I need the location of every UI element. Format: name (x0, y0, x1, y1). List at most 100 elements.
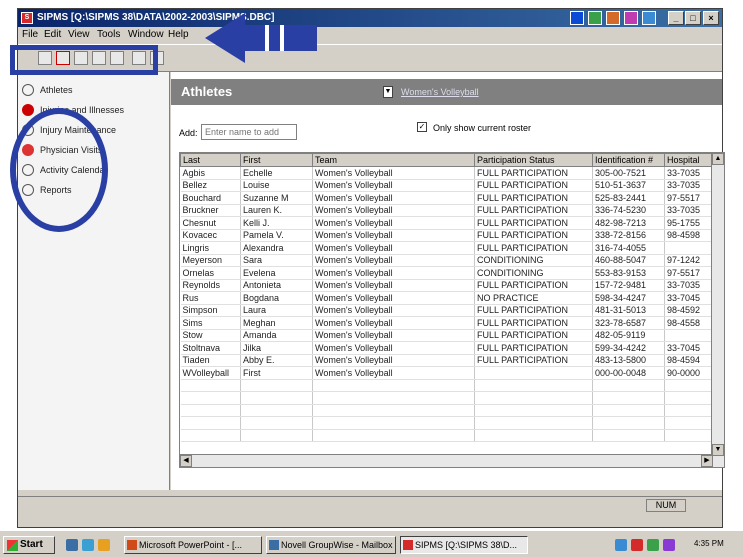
table-cell[interactable]: Laura (240, 304, 313, 317)
maximize-button[interactable]: □ (685, 11, 701, 25)
table-cell[interactable]: Jilka (240, 341, 313, 355)
table-cell[interactable]: FULL PARTICIPATION (474, 341, 593, 355)
table-cell[interactable]: 33-7035 (664, 166, 715, 180)
menu-edit[interactable]: Edit (44, 29, 61, 40)
toolbar-app-icon[interactable] (570, 11, 584, 25)
table-cell[interactable]: Amanda (240, 329, 313, 342)
task-powerpoint[interactable]: Microsoft PowerPoint - [... (124, 536, 262, 554)
table-cell[interactable]: FULL PARTICIPATION (474, 191, 593, 205)
table-cell[interactable]: Ornelas (180, 266, 241, 280)
scroll-left-icon[interactable]: ◀ (180, 455, 192, 467)
menu-file[interactable]: File (22, 29, 38, 40)
table-cell[interactable]: CONDITIONING (474, 266, 593, 280)
start-button[interactable]: Start (3, 536, 55, 554)
table-cell[interactable]: Women's Volleyball (312, 279, 475, 292)
team-link[interactable]: Women's Volleyball (401, 87, 479, 97)
table-cell[interactable]: Women's Volleyball (312, 254, 475, 267)
tray-icon[interactable] (631, 539, 643, 551)
table-cell[interactable]: FULL PARTICIPATION (474, 241, 593, 255)
table-cell[interactable]: FULL PARTICIPATION (474, 166, 593, 180)
table-cell[interactable]: 510-51-3637 (592, 179, 665, 192)
table-cell[interactable]: FULL PARTICIPATION (474, 329, 593, 342)
table-cell[interactable]: FULL PARTICIPATION (474, 179, 593, 192)
table-cell[interactable]: Women's Volleyball (312, 204, 475, 217)
tray-icon[interactable] (663, 539, 675, 551)
table-cell[interactable]: 97-1242 (664, 254, 715, 267)
table-cell[interactable]: Antonieta (240, 279, 313, 292)
add-name-input[interactable] (201, 124, 297, 140)
tray-icon[interactable] (615, 539, 627, 551)
table-cell[interactable]: 338-72-8156 (592, 229, 665, 242)
table-cell[interactable]: 33-7035 (664, 179, 715, 192)
table-cell[interactable]: Women's Volleyball (312, 366, 475, 380)
table-cell[interactable]: 316-74-4055 (592, 241, 665, 255)
table-cell[interactable]: 90-0000 (664, 366, 715, 380)
toolbar-app-icon[interactable] (606, 11, 620, 25)
table-cell[interactable]: First (240, 366, 313, 380)
table-row[interactable]: Chesnut Kelli J. Women's Volleyball FULL PA… (180, 216, 715, 230)
table-row[interactable]: WVolleyball First Women's Volleyball 000-00… (180, 366, 715, 380)
table-row[interactable]: Rus Bogdana Women's Volleyball NO PRACTICE 5… (180, 291, 715, 305)
table-cell[interactable]: 33-7045 (664, 341, 715, 355)
table-cell[interactable]: Women's Volleyball (312, 191, 475, 205)
table-row[interactable]: Agbis Echelle Women's Volleyball FULL PARTI… (180, 166, 715, 180)
table-cell[interactable]: 95-1755 (664, 216, 715, 230)
table-cell[interactable]: Pamela V. (240, 229, 313, 242)
table-cell[interactable]: Suzanne M (240, 191, 313, 205)
table-cell[interactable]: Lauren K. (240, 204, 313, 217)
table-cell[interactable]: Bruckner (180, 204, 241, 217)
chevron-down-icon[interactable]: ▼ (383, 86, 393, 98)
table-cell[interactable]: Women's Volleyball (312, 291, 475, 305)
table-cell[interactable]: Women's Volleyball (312, 216, 475, 230)
table-cell[interactable]: 33-7035 (664, 204, 715, 217)
table-row[interactable]: Tiaden Abby E. Women's Volleyball FULL PART… (180, 354, 715, 367)
column-header[interactable]: Team (312, 153, 475, 167)
column-header[interactable]: Participation Status (474, 153, 593, 167)
table-cell[interactable]: 460-88-5047 (592, 254, 665, 267)
table-cell[interactable]: Women's Volleyball (312, 354, 475, 367)
sidebar-item-athletes[interactable]: Athletes (22, 80, 73, 100)
minimize-button[interactable]: _ (668, 11, 684, 25)
table-cell[interactable]: Stow (180, 329, 241, 342)
table-cell[interactable]: 33-7045 (664, 291, 715, 305)
table-cell[interactable]: Stoltnava (180, 341, 241, 355)
table-row[interactable]: Ornelas Evelena Women's Volleyball CONDITIO… (180, 266, 715, 280)
table-row[interactable]: Bouchard Suzanne M Women's Volleyball FULL … (180, 191, 715, 205)
scroll-down-icon[interactable]: ▼ (712, 444, 724, 456)
table-cell[interactable]: FULL PARTICIPATION (474, 354, 593, 367)
menu-window[interactable]: Window (128, 29, 164, 40)
table-cell[interactable]: Bellez (180, 179, 241, 192)
column-header[interactable]: Hospital (664, 153, 715, 167)
table-cell[interactable]: Women's Volleyball (312, 179, 475, 192)
table-cell[interactable] (664, 329, 715, 342)
table-cell[interactable]: WVolleyball (180, 366, 241, 380)
table-cell[interactable]: 525-83-2441 (592, 191, 665, 205)
table-cell[interactable]: FULL PARTICIPATION (474, 304, 593, 317)
table-row[interactable]: Bruckner Lauren K. Women's Volleyball FULL … (180, 204, 715, 217)
table-cell[interactable]: 000-00-0048 (592, 366, 665, 380)
table-row[interactable]: Stoltnava Jilka Women's Volleyball FULL PAR… (180, 341, 715, 355)
table-cell[interactable]: 97-5517 (664, 266, 715, 280)
toolbar-app-icon[interactable] (624, 11, 638, 25)
table-cell[interactable]: Lingris (180, 241, 241, 255)
table-cell[interactable]: 97-5517 (664, 191, 715, 205)
table-cell[interactable]: Bouchard (180, 191, 241, 205)
table-cell[interactable]: Chesnut (180, 216, 241, 230)
column-header[interactable]: Last (180, 153, 241, 167)
table-cell[interactable]: Agbis (180, 166, 241, 180)
menu-view[interactable]: View (68, 29, 90, 40)
table-cell[interactable]: Evelena (240, 266, 313, 280)
table-cell[interactable]: 157-72-9481 (592, 279, 665, 292)
table-cell[interactable]: Women's Volleyball (312, 341, 475, 355)
scroll-up-icon[interactable]: ▲ (712, 153, 724, 165)
toolbar-app-icon[interactable] (588, 11, 602, 25)
table-cell[interactable]: 336-74-5230 (592, 204, 665, 217)
table-cell[interactable]: Kelli J. (240, 216, 313, 230)
table-row[interactable]: Simpson Laura Women's Volleyball FULL PARTI… (180, 304, 715, 317)
table-row[interactable]: Meyerson Sara Women's Volleyball CONDITIONI… (180, 254, 715, 267)
table-row[interactable]: Reynolds Antonieta Women's Volleyball FULL … (180, 279, 715, 292)
table-cell[interactable]: 98-4598 (664, 229, 715, 242)
table-cell[interactable]: 305-00-7521 (592, 166, 665, 180)
table-cell[interactable]: Bogdana (240, 291, 313, 305)
table-row[interactable]: Sims Meghan Women's Volleyball FULL PARTICI… (180, 316, 715, 330)
